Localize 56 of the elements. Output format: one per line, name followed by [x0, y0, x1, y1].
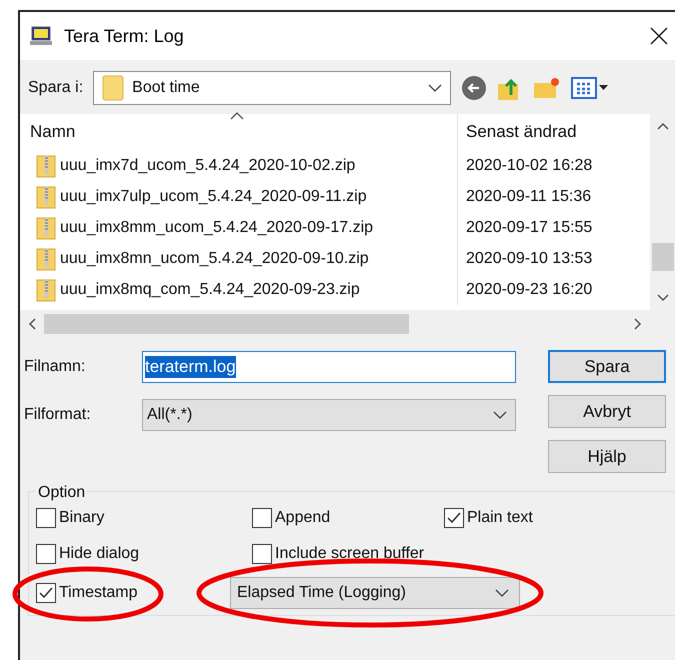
- file-name[interactable]: uuu_imx8mm_ucom_5.4.24_2020-09-17.zip: [60, 216, 374, 240]
- timestamp-format-dropdown[interactable]: Elapsed Time (Logging): [230, 577, 520, 609]
- check-icon: [39, 587, 53, 599]
- file-name[interactable]: uuu_imx8mn_ucom_5.4.24_2020-09-10.zip: [60, 246, 369, 270]
- location-label: Spara i:: [28, 78, 84, 98]
- checkbox[interactable]: [252, 544, 272, 564]
- modified-date: 2020-09-11 15:36: [465, 186, 592, 206]
- modified-date: 2020-09-23 16:20: [465, 280, 592, 300]
- zip-folder-icon: [36, 184, 56, 208]
- scroll-thumb[interactable]: [44, 314, 409, 334]
- checkbox[interactable]: [36, 508, 56, 528]
- checkbox[interactable]: [252, 508, 272, 528]
- check-icon: [447, 512, 461, 524]
- view-menu-icon[interactable]: [571, 77, 610, 99]
- checkbox-label[interactable]: Binary: [59, 506, 104, 530]
- checkbox-label[interactable]: Plain text: [467, 506, 533, 530]
- scroll-thumb[interactable]: [652, 243, 674, 271]
- dialog-button[interactable]: Hjälp: [548, 440, 666, 473]
- file-name[interactable]: uuu_imx7ulp_ucom_5.4.24_2020-09-11.zip: [60, 184, 367, 208]
- format-label: Filformat:: [24, 405, 92, 425]
- zip-folder-icon: [36, 216, 56, 240]
- filename-field[interactable]: teraterm.log: [142, 351, 516, 383]
- chevron-down-icon: [495, 589, 509, 597]
- file-name[interactable]: uuu_imx7d_ucom_5.4.24_2020-10-02.zip: [60, 154, 356, 178]
- scroll-down-icon: [656, 294, 668, 302]
- location-dropdown[interactable]: Boot time: [93, 71, 452, 105]
- dialog-button[interactable]: Spara: [548, 350, 666, 383]
- modified-date: 2020-10-02 16:28: [465, 156, 592, 176]
- close-icon[interactable]: [650, 27, 668, 45]
- window-title: Tera Term: Log: [64, 24, 184, 48]
- modified-date: 2020-09-10 13:53: [465, 248, 592, 268]
- zip-folder-icon: [36, 154, 56, 178]
- checkbox-label[interactable]: Append: [275, 506, 330, 530]
- column-header[interactable]: Senast ändrad: [458, 119, 577, 145]
- chevron-down-icon: [493, 411, 507, 419]
- filename-label: Filnamn:: [24, 357, 86, 377]
- zip-folder-icon: [36, 246, 56, 270]
- checkbox[interactable]: [36, 583, 56, 603]
- sort-up-icon: [230, 112, 244, 120]
- column-header[interactable]: Namn: [30, 119, 76, 145]
- format-dropdown[interactable]: All(*.*): [142, 399, 516, 431]
- folder-icon: [102, 75, 124, 101]
- file-name[interactable]: uuu_imx8mq_com_5.4.24_2020-09-23.zip: [60, 278, 360, 302]
- checkbox[interactable]: [36, 544, 56, 564]
- checkbox-label[interactable]: Hide dialog: [59, 542, 140, 566]
- new-folder-icon[interactable]: [533, 76, 562, 100]
- modified-date: 2020-09-17 15:55: [465, 218, 592, 238]
- zip-folder-icon: [36, 278, 56, 302]
- terminal-app-icon: [30, 26, 52, 46]
- checkbox-label[interactable]: Include screen buffer: [275, 542, 424, 566]
- scroll-up-icon: [656, 122, 668, 130]
- scroll-left-icon: [28, 318, 36, 330]
- checkbox[interactable]: [444, 508, 464, 528]
- dialog-button[interactable]: Avbryt: [548, 395, 666, 428]
- scroll-right-icon: [634, 318, 642, 330]
- chevron-down-icon: [428, 84, 442, 92]
